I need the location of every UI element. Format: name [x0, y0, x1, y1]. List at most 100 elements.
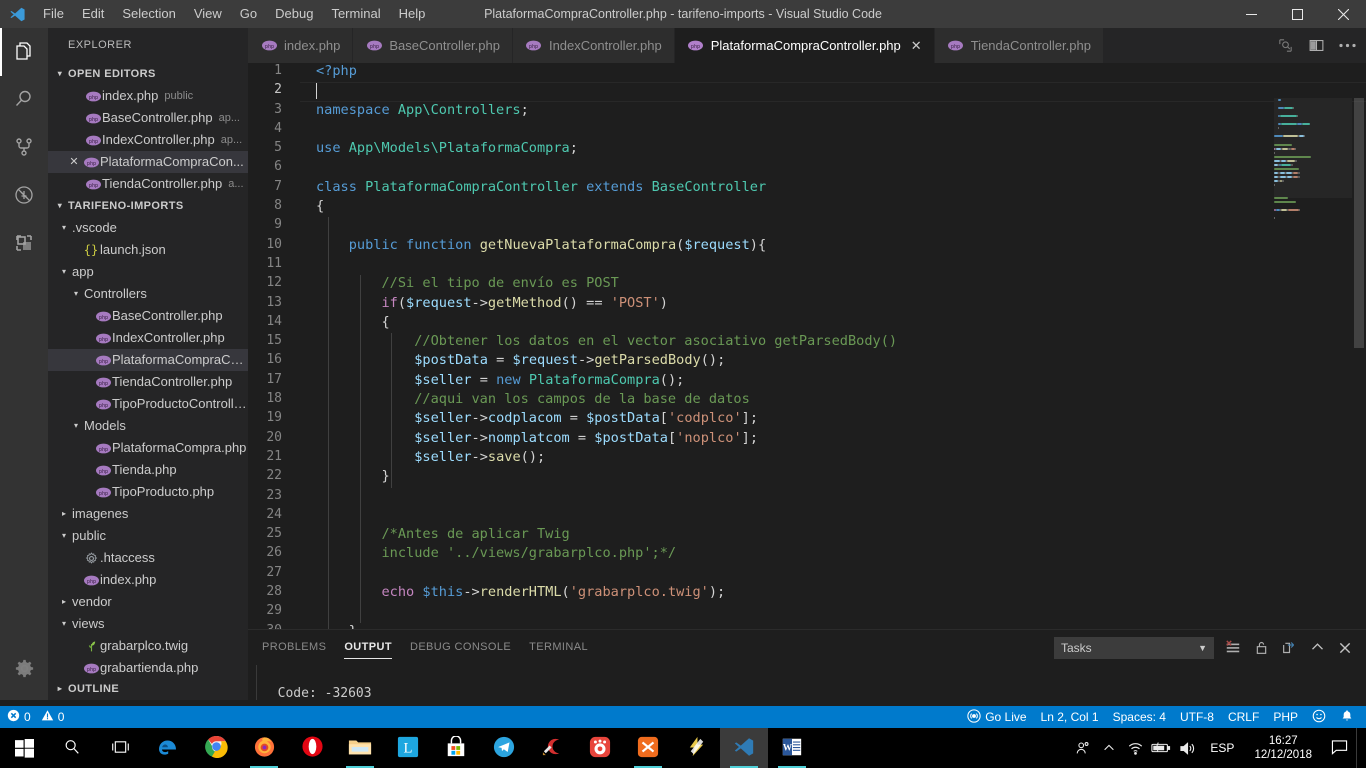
code-line[interactable]: 8{	[248, 198, 1366, 217]
code-line[interactable]: 17 $seller = new PlataformaCompra();	[248, 372, 1366, 391]
panel-tab-output[interactable]: OUTPUT	[344, 630, 392, 665]
code-line[interactable]: 5 use App\Models\PlataformaCompra;	[248, 140, 1366, 159]
code-line[interactable]: 6	[248, 159, 1366, 178]
tree-file[interactable]: php PlataformaCompra.php	[48, 437, 248, 459]
menu-help[interactable]: Help	[390, 0, 435, 28]
code-line[interactable]: 25 /*Antes de aplicar Twig	[248, 526, 1366, 545]
maximize-button[interactable]	[1274, 0, 1320, 28]
close-button[interactable]	[1320, 0, 1366, 28]
tree-file[interactable]: php Tienda.php	[48, 459, 248, 481]
code-text[interactable]	[300, 82, 317, 101]
code-line[interactable]: 18 //aqui van los campos de la base de d…	[248, 391, 1366, 410]
menu-file[interactable]: File	[34, 0, 73, 28]
outline-header[interactable]: ▸ OUTLINE	[48, 678, 248, 700]
code-text[interactable]: //Si el tipo de envío es POST	[300, 275, 618, 294]
code-line[interactable]: 10 public function getNuevaPlataformaCom…	[248, 237, 1366, 256]
code-text[interactable]: //aqui van los campos de la base de dato…	[300, 391, 750, 410]
minimap[interactable]	[1274, 98, 1352, 659]
editor-scrollbar-thumb[interactable]	[1354, 98, 1364, 348]
search-button[interactable]	[48, 728, 96, 768]
panel-tab-terminal[interactable]: TERMINAL	[529, 630, 588, 665]
tree-file[interactable]: php IndexController.php	[48, 327, 248, 349]
task-view-button[interactable]	[96, 728, 144, 768]
chevron-up-icon[interactable]	[1096, 728, 1122, 768]
winamp-button[interactable]	[672, 728, 720, 768]
code-line[interactable]: 19 $seller->codplacom = $postData['codpl…	[248, 410, 1366, 429]
code-text[interactable]: public function getNuevaPlataformaCompra…	[300, 237, 766, 256]
tree-folder[interactable]: ▾ .vscode	[48, 217, 248, 239]
status-notifications-button[interactable]	[1333, 706, 1366, 728]
code-text[interactable]	[300, 159, 316, 178]
open-in-editor-icon[interactable]	[1280, 639, 1298, 657]
code-text[interactable]	[300, 121, 316, 140]
activity-debug-button[interactable]	[0, 172, 48, 220]
code-line[interactable]: 20 $seller->nomplatcom = $postData['nopl…	[248, 430, 1366, 449]
tree-folder[interactable]: ▾ app	[48, 261, 248, 283]
status-feedback-button[interactable]	[1305, 706, 1333, 728]
edge-button[interactable]	[144, 728, 192, 768]
open-editor-item-indexcontroller[interactable]: php IndexController.php ap...	[48, 129, 248, 151]
chrome-button[interactable]	[192, 728, 240, 768]
tree-file[interactable]: php TipoProducto.php	[48, 481, 248, 503]
status-go-live[interactable]: Go Live	[960, 706, 1033, 728]
open-editor-item-index[interactable]: php index.php public	[48, 85, 248, 107]
code-line[interactable]: 3 namespace App\Controllers;	[248, 102, 1366, 121]
gom-player-button[interactable]	[576, 728, 624, 768]
code-line[interactable]: 16 $postData = $request->getParsedBody()…	[248, 352, 1366, 371]
people-icon[interactable]	[1070, 728, 1096, 768]
code-line[interactable]: 13 if($request->getMethod() == 'POST')	[248, 295, 1366, 314]
maximize-panel-icon[interactable]	[1308, 639, 1326, 657]
code-text[interactable]: include '../views/grabarplco.php';*/	[300, 545, 676, 564]
clock[interactable]: 16:27 12/12/2018	[1244, 728, 1322, 768]
volume-icon[interactable]	[1174, 728, 1200, 768]
activity-source-control-button[interactable]	[0, 124, 48, 172]
code-text[interactable]: {	[300, 314, 389, 333]
xampp-button[interactable]	[624, 728, 672, 768]
output-channel-select[interactable]: Tasks ▼	[1054, 636, 1214, 659]
code-text[interactable]	[300, 488, 316, 507]
tree-file[interactable]: php grabartienda.php	[48, 657, 248, 679]
code-text[interactable]: }	[300, 468, 389, 487]
open-changes-icon[interactable]	[1277, 37, 1294, 54]
code-text[interactable]	[300, 603, 316, 622]
code-text[interactable]: //Obtener los datos en el vector asociat…	[300, 333, 897, 352]
tab-indexcontroller-php[interactable]: php IndexController.php	[512, 28, 675, 63]
code-text[interactable]: echo $this->renderHTML('grabarplco.twig'…	[300, 584, 725, 603]
activity-explorer-button[interactable]	[0, 28, 48, 76]
code-line[interactable]: 15 //Obtener los datos en el vector asoc…	[248, 333, 1366, 352]
clear-output-icon[interactable]	[1224, 639, 1242, 657]
status-eol[interactable]: CRLF	[1221, 706, 1266, 728]
tree-file[interactable]: php index.php	[48, 569, 248, 591]
code-line[interactable]: 27	[248, 565, 1366, 584]
menu-debug[interactable]: Debug	[266, 0, 322, 28]
code-line[interactable]: 23	[248, 488, 1366, 507]
ccleaner-button[interactable]	[528, 728, 576, 768]
tree-file[interactable]: php TipoProductoControlle...	[48, 393, 248, 415]
microsoft-store-button[interactable]	[432, 728, 480, 768]
code-editor[interactable]: 1 <?php 2 3 namespace App\Controllers; 4 5 use …	[248, 63, 1366, 659]
tab-plataformacompracontroller-php[interactable]: php PlataformaCompraController.php ✕	[674, 28, 935, 63]
code-text[interactable]: <?php	[300, 63, 357, 82]
opera-button[interactable]	[288, 728, 336, 768]
code-line[interactable]: 7 class PlataformaCompraController extend…	[248, 179, 1366, 198]
code-text[interactable]: $seller->codplacom = $postData['codplco'…	[300, 410, 758, 429]
tree-file[interactable]: grabarplco.twig	[48, 635, 248, 657]
battery-charging-icon[interactable]	[1148, 728, 1174, 768]
code-text[interactable]: $seller = new PlataformaCompra();	[300, 372, 684, 391]
tree-folder[interactable]: ▾ Models	[48, 415, 248, 437]
code-text[interactable]: $seller->nomplatcom = $postData['noplco'…	[300, 430, 758, 449]
input-language[interactable]: ESP	[1200, 741, 1244, 755]
code-line[interactable]: 12 //Si el tipo de envío es POST	[248, 275, 1366, 294]
code-text[interactable]: use App\Models\PlataformaCompra;	[300, 140, 578, 159]
window-controls[interactable]	[1228, 0, 1366, 28]
output-content[interactable]: Code: -32603	[248, 665, 1366, 700]
open-editor-item-tienda[interactable]: php TiendaController.php a...	[48, 173, 248, 195]
menu-selection[interactable]: Selection	[113, 0, 184, 28]
status-indentation[interactable]: Spaces: 4	[1106, 706, 1173, 728]
project-header[interactable]: ▾ TARIFENO-IMPORTS	[48, 195, 248, 217]
editor-scrollbar[interactable]	[1352, 98, 1366, 659]
open-editors-header[interactable]: ▾ OPEN EDITORS	[48, 63, 248, 85]
code-line[interactable]: 14 {	[248, 314, 1366, 333]
close-icon[interactable]: ✕	[66, 151, 82, 173]
code-text[interactable]	[300, 217, 316, 236]
